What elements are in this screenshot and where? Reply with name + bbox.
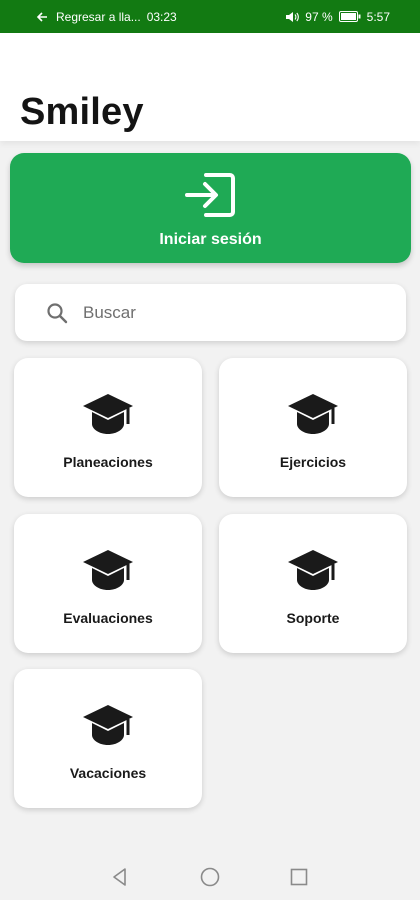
tile-label: Soporte [286,610,340,626]
graduation-cap-icon [83,550,133,590]
graduation-cap-icon [288,394,338,434]
battery-percent: 97 % [305,9,333,24]
app-bar: Smiley [0,33,420,141]
status-bar: Regresar a lla... 03:23 97 % 5:57 [0,0,420,33]
graduation-cap-icon [288,550,338,590]
tile-ejercicios[interactable]: Ejercicios [219,358,407,497]
tile-label: Vacaciones [69,765,147,781]
login-icon [184,173,235,217]
graduation-cap-icon [83,394,133,434]
back-arrow-icon [36,10,50,24]
app-title: Smiley [20,91,144,133]
tile-planeaciones[interactable]: Planeaciones [14,358,202,497]
nav-recents-icon[interactable] [288,866,310,888]
tile-evaluaciones[interactable]: Evaluaciones [14,514,202,653]
search-icon [47,303,68,324]
graduation-cap-icon [83,705,133,745]
tile-label: Planeaciones [63,454,153,470]
ongoing-call-indicator[interactable]: Regresar a lla... 03:23 [36,0,177,33]
login-label: Iniciar sesión [159,231,262,248]
search-box[interactable] [15,284,406,341]
volume-icon [285,11,300,23]
call-time: 03:23 [146,9,177,24]
nav-back-icon[interactable] [109,866,131,888]
clock: 5:57 [366,9,390,24]
call-text: Regresar a lla... [56,9,141,24]
system-nav-bar [0,850,420,900]
tile-label: Ejercicios [279,454,347,470]
battery-icon [338,11,361,22]
login-button[interactable]: Iniciar sesión [10,153,411,263]
tile-vacaciones[interactable]: Vacaciones [14,669,202,808]
status-icons: 97 % 5:57 [285,0,390,33]
tile-label: Evaluaciones [63,610,153,626]
search-input[interactable] [83,284,383,341]
nav-home-icon[interactable] [199,866,221,888]
tile-soporte[interactable]: Soporte [219,514,407,653]
